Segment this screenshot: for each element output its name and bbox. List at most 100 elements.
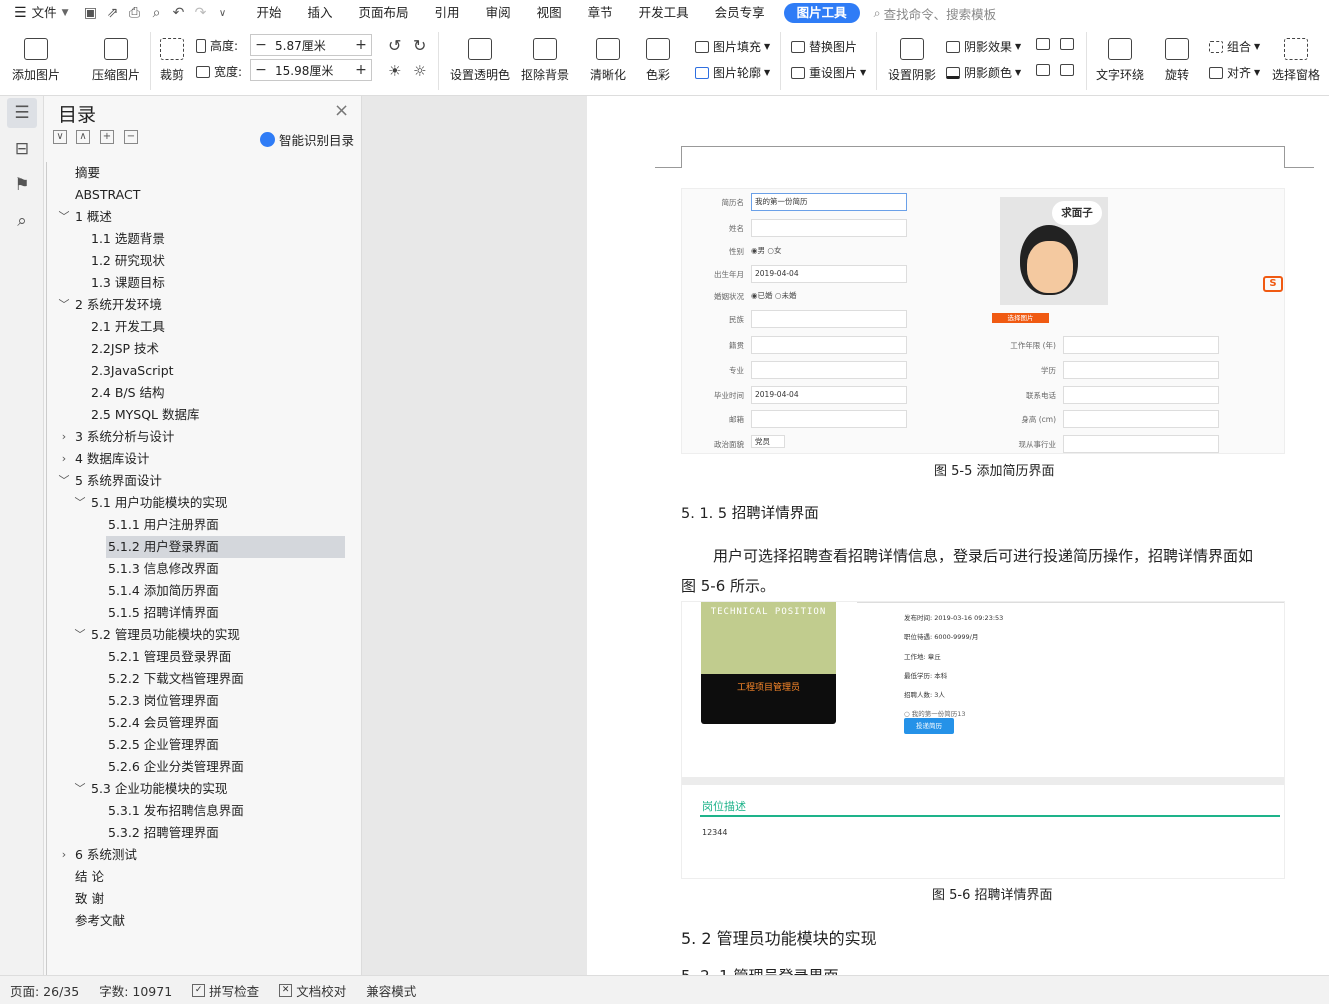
chevron-down-icon[interactable]: ﹀	[73, 492, 87, 514]
toc-entry[interactable]: 5.2.1 管理员登录界面	[106, 646, 345, 668]
tab-review[interactable]: 审阅	[473, 0, 524, 26]
collapse-all-icon[interactable]: ∨	[53, 130, 67, 144]
toc-entry[interactable]: 5.2.3 岗位管理界面	[106, 690, 345, 712]
toc-entry[interactable]: 致 谢	[73, 888, 345, 910]
command-search[interactable]: ⌕ 查找命令、搜索模板	[874, 4, 997, 23]
chevron-right-icon[interactable]: ›	[57, 844, 71, 866]
spell-check-toggle[interactable]: ✓ 拼写检查	[182, 981, 269, 1000]
toc-entry[interactable]: 5.2.6 企业分类管理界面	[106, 756, 345, 778]
toc-entry[interactable]: 2.5 MYSQL 数据库	[89, 404, 345, 426]
rotate-left-icon[interactable]: ↺	[388, 36, 401, 55]
height-plus-button[interactable]: +	[351, 37, 371, 53]
toc-entry[interactable]: 2.1 开发工具	[89, 316, 345, 338]
toc-entry[interactable]: 1.3 课题目标	[89, 272, 345, 294]
brightness-down-icon[interactable]: ☼	[413, 62, 426, 80]
align-button[interactable]: 对齐 ▼	[1209, 64, 1260, 81]
save-icon[interactable]: ▣	[80, 0, 102, 26]
chapter-nav-icon[interactable]: ⊟	[7, 134, 37, 164]
replace-image-button[interactable]: 替换图片	[791, 38, 857, 55]
chevron-down-icon[interactable]: ﹀	[57, 470, 71, 492]
toc-entry[interactable]: ABSTRACT	[73, 184, 345, 206]
toc-entry[interactable]: 5.3.1 发布招聘信息界面	[106, 800, 345, 822]
toc-entry[interactable]: 5.2.5 企业管理界面	[106, 734, 345, 756]
shadow-color-button[interactable]: 阴影颜色 ▼	[946, 64, 1021, 81]
width-minus-button[interactable]: −	[251, 62, 271, 78]
toc-entry[interactable]: 2.2JSP 技术	[89, 338, 345, 360]
bookmark-icon[interactable]: ⚑	[7, 170, 37, 200]
sharpen-button[interactable]: 清晰化	[590, 38, 626, 83]
shadow-left-icon[interactable]	[1036, 64, 1054, 76]
chevron-right-icon[interactable]: ›	[57, 448, 71, 470]
picture-fill-button[interactable]: 图片填充 ▼	[695, 38, 770, 55]
toc-entry[interactable]: ﹀ 2 系统开发环境	[59, 294, 345, 316]
tab-references[interactable]: 引用	[422, 0, 473, 26]
toc-entry[interactable]: › 3 系统分析与设计	[62, 426, 345, 448]
rotate-right-icon[interactable]: ↻	[413, 36, 426, 55]
toc-entry[interactable]: ﹀ 5.2 管理员功能模块的实现	[75, 624, 345, 646]
tab-home[interactable]: 开始	[244, 0, 295, 26]
chevron-down-icon[interactable]: ﹀	[57, 206, 71, 228]
tab-chapter[interactable]: 章节	[575, 0, 626, 26]
search-panel-icon[interactable]: ⌕	[7, 206, 37, 236]
remove-entry-icon[interactable]: −	[124, 130, 138, 144]
redo-icon[interactable]: ↷	[190, 0, 212, 26]
toc-entry[interactable]: 5.3.2 招聘管理界面	[106, 822, 345, 844]
shadow-down-icon[interactable]	[1060, 64, 1078, 76]
text-wrap-button[interactable]: 文字环绕	[1096, 38, 1144, 83]
toc-entry[interactable]: 5.1.4 添加简历界面	[106, 580, 345, 602]
toc-entry[interactable]: 5.1.2 用户登录界面	[106, 536, 345, 558]
brightness-up-icon[interactable]: ☀	[388, 62, 401, 80]
toc-entry[interactable]: 5.1.3 信息修改界面	[106, 558, 345, 580]
close-icon[interactable]: ×	[334, 100, 349, 121]
toc-panel-icon[interactable]: ☰	[7, 98, 37, 128]
tab-page-layout[interactable]: 页面布局	[346, 0, 422, 26]
undo-icon[interactable]: ↶	[168, 0, 190, 26]
height-minus-button[interactable]: −	[251, 37, 271, 53]
add-image-button[interactable]: 添加图片	[12, 38, 60, 83]
toc-entry[interactable]: ﹀ 5 系统界面设计	[59, 470, 345, 492]
color-button[interactable]: 色彩	[646, 38, 670, 83]
toc-entry[interactable]: 结 论	[73, 866, 345, 888]
toc-entry[interactable]: ﹀ 5.3 企业功能模块的实现	[75, 778, 345, 800]
set-transparent-button[interactable]: 设置透明色	[450, 38, 510, 83]
toc-entry[interactable]: ﹀ 5.1 用户功能模块的实现	[75, 492, 345, 514]
toc-entry[interactable]: 1.2 研究现状	[89, 250, 345, 272]
word-count[interactable]: 字数: 10971	[89, 981, 182, 1000]
toc-entry[interactable]: 摘要	[73, 162, 345, 184]
print-icon[interactable]: ⎙	[124, 0, 146, 26]
tab-developer[interactable]: 开发工具	[626, 0, 702, 26]
toc-entry[interactable]: › 6 系统测试	[62, 844, 345, 866]
tab-insert[interactable]: 插入	[295, 0, 346, 26]
toc-entry[interactable]: 1.1 选题背景	[89, 228, 345, 250]
toc-entry[interactable]: 2.4 B/S 结构	[89, 382, 345, 404]
tab-view[interactable]: 视图	[524, 0, 575, 26]
rotate-button[interactable]: 旋转	[1165, 38, 1189, 83]
chevron-down-icon[interactable]: ﹀	[57, 294, 71, 316]
print-preview-icon[interactable]: ⌕	[146, 0, 168, 26]
tab-picture-tools[interactable]: 图片工具	[783, 3, 860, 23]
toc-entry[interactable]: ﹀ 1 概述	[59, 206, 345, 228]
proofread-toggle[interactable]: ✕ 文档校对	[269, 981, 356, 1000]
toc-entry[interactable]: 5.2.2 下载文档管理界面	[106, 668, 345, 690]
tab-member[interactable]: 会员专享	[702, 0, 778, 26]
file-menu[interactable]: ☰ 文件 ▼	[0, 0, 80, 26]
set-shadow-button[interactable]: 设置阴影	[888, 38, 936, 83]
shadow-up-icon[interactable]	[1036, 38, 1054, 50]
width-plus-button[interactable]: +	[351, 62, 371, 78]
selection-pane-button[interactable]: 选择窗格	[1272, 38, 1320, 83]
toc-entry[interactable]: 5.1.1 用户注册界面	[106, 514, 345, 536]
reset-image-button[interactable]: 重设图片 ▼	[791, 64, 866, 81]
crop-button[interactable]: 裁剪	[160, 38, 184, 83]
add-entry-icon[interactable]: +	[100, 130, 114, 144]
compress-image-button[interactable]: 压缩图片	[92, 38, 140, 83]
customize-chevron-icon[interactable]: ∨	[212, 0, 234, 26]
group-button[interactable]: 组合 ▼	[1209, 38, 1260, 55]
toc-entry[interactable]: › 4 数据库设计	[62, 448, 345, 470]
height-input[interactable]: −5.87厘米 +	[250, 34, 372, 56]
width-input[interactable]: −15.98厘米 +	[250, 59, 372, 81]
smart-toc-button[interactable]: 智能识别目录	[260, 130, 354, 149]
shadow-effect-button[interactable]: 阴影效果 ▼	[946, 38, 1021, 55]
remove-background-button[interactable]: 抠除背景	[521, 38, 569, 83]
chevron-right-icon[interactable]: ›	[57, 426, 71, 448]
toc-entry[interactable]: 2.3JavaScript	[89, 360, 345, 382]
